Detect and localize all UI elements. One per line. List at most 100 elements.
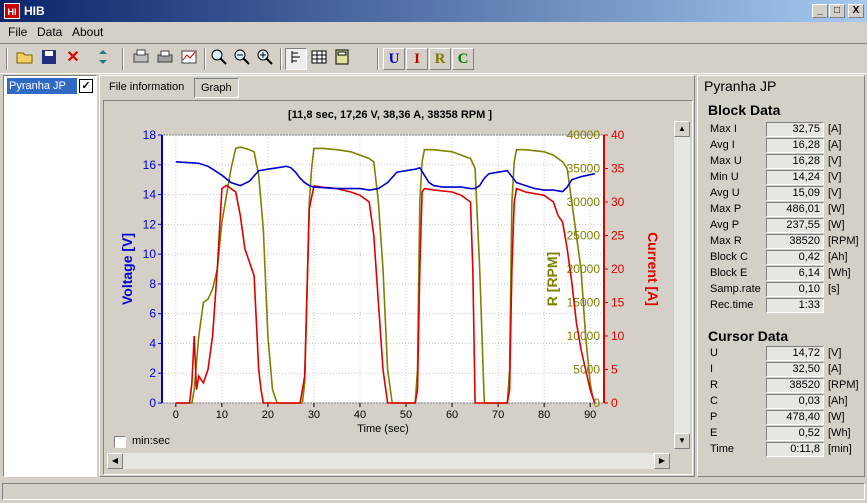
channel-u-button[interactable]: U <box>383 48 405 70</box>
vertical-scrollbar[interactable]: ▲ ▼ <box>674 121 690 449</box>
voltage-tick-label: 8 <box>149 277 156 291</box>
toolbar-separator <box>6 48 8 70</box>
block-data-label: Max I <box>710 123 737 135</box>
x-tick-label: 40 <box>354 409 366 421</box>
menu-data[interactable]: Data <box>37 25 62 39</box>
cursor-data-value: 0,52 <box>766 426 824 441</box>
file-list: Pyranha JP ✓ <box>3 75 97 477</box>
close-button[interactable]: X <box>848 4 864 18</box>
block-data-row: Avg I 16,28 [A] <box>710 138 860 153</box>
scroll-up-icon[interactable]: ▲ <box>674 121 690 137</box>
current-tick-label: 35 <box>611 162 625 176</box>
file-list-item[interactable]: Pyranha JP <box>7 78 77 94</box>
block-data-value: 486,01 <box>766 202 824 217</box>
rpm-tick-label: 10000 <box>567 329 601 343</box>
current-axis-label: Current [A] <box>645 232 661 306</box>
voltage-tick-label: 12 <box>143 217 157 231</box>
file-checkbox[interactable]: ✓ <box>79 79 93 93</box>
block-data-value: 0,42 <box>766 250 824 265</box>
save-disk-icon[interactable] <box>38 48 60 70</box>
block-data-label: Samp.rate <box>710 283 761 295</box>
move-icon[interactable] <box>92 48 114 70</box>
rpm-tick-label: 35000 <box>567 162 601 176</box>
channel-c-button[interactable]: C <box>452 48 474 70</box>
block-data-unit: [A] <box>828 123 842 135</box>
x-tick-label: 10 <box>216 409 228 421</box>
channel-i-button[interactable]: I <box>406 48 428 70</box>
cursor-data-row: I 32,50 [A] <box>710 362 860 377</box>
block-data-unit: [V] <box>828 171 842 183</box>
min-sec-label: min:sec <box>132 435 170 447</box>
maximize-button[interactable]: □ <box>829 4 845 18</box>
voltage-tick-label: 2 <box>149 366 156 380</box>
voltage-tick-label: 10 <box>143 247 157 261</box>
app-icon: HI <box>4 3 20 19</box>
block-data-row: Avg U 15,09 [V] <box>710 186 860 201</box>
voltage-tick-label: 14 <box>143 188 157 202</box>
current-tick-label: 40 <box>611 128 625 142</box>
minimize-button[interactable]: _ <box>812 4 828 18</box>
block-data-unit: [W] <box>828 219 845 231</box>
block-data-value: 237,55 <box>766 218 824 233</box>
toolbar-separator <box>204 48 206 70</box>
current-tick-label: 10 <box>611 329 625 343</box>
chart[interactable]: 0 10 20 30 40 50 60 70 80 90Time (sec)02468101214… <box>104 101 676 451</box>
calc-icon[interactable] <box>331 48 353 70</box>
block-data-unit: [V] <box>828 187 842 199</box>
table-icon[interactable] <box>308 48 330 70</box>
min-sec-checkbox[interactable] <box>114 436 126 448</box>
open-folder-icon[interactable] <box>14 48 36 70</box>
tab-graph[interactable]: Graph <box>194 78 239 98</box>
delete-x-icon[interactable]: ✕ <box>62 48 84 70</box>
rpm-tick-label: 25000 <box>567 229 601 243</box>
zoom-in-icon[interactable] <box>254 48 276 70</box>
zoom-out-icon[interactable] <box>231 48 253 70</box>
export-chart-icon[interactable] <box>178 48 200 70</box>
voltage-tick-label: 16 <box>143 158 157 172</box>
cursor-data-label: R <box>710 379 718 391</box>
horizontal-scrollbar[interactable]: ◀ ▶ <box>107 453 670 469</box>
block-data-label: Avg U <box>710 187 740 199</box>
stats-file-title: Pyranha JP <box>704 78 777 94</box>
current-tick-label: 15 <box>611 296 625 310</box>
scroll-left-icon[interactable]: ◀ <box>107 453 123 469</box>
print-setup-icon[interactable] <box>130 48 152 70</box>
block-data-unit: [V] <box>828 155 842 167</box>
scroll-down-icon[interactable]: ▼ <box>674 433 690 449</box>
status-field <box>2 483 865 500</box>
scroll-right-icon[interactable]: ▶ <box>654 453 670 469</box>
cursor-line-icon[interactable] <box>285 48 307 70</box>
x-axis-label: Time (sec) <box>357 423 409 435</box>
rpm-tick-label: 40000 <box>567 128 601 142</box>
channel-r-label: R <box>434 51 446 67</box>
channel-r-button[interactable]: R <box>429 48 451 70</box>
cursor-data-unit: [RPM] <box>828 379 859 391</box>
block-data-value: 14,24 <box>766 170 824 185</box>
zoom-icon[interactable] <box>208 48 230 70</box>
current-tick-label: 20 <box>611 262 625 276</box>
menu-about[interactable]: About <box>72 25 103 39</box>
toolbar-separator <box>280 48 282 70</box>
window-title: HIB <box>24 4 45 18</box>
block-data-value: 15,09 <box>766 186 824 201</box>
block-data-label: Avg P <box>710 219 740 231</box>
cursor-data-unit: [min] <box>828 443 852 455</box>
cursor-data-heading: Cursor Data <box>708 328 789 344</box>
cursor-data-label: I <box>710 363 714 375</box>
block-data-row: Block C 0,42 [Ah] <box>710 250 860 265</box>
cursor-data-label: Time <box>710 443 735 455</box>
menu-file[interactable]: File <box>8 25 27 39</box>
status-bar <box>0 480 867 503</box>
voltage-tick-label: 18 <box>143 128 157 142</box>
block-data-value: 38520 <box>766 234 824 249</box>
current-tick-label: 30 <box>611 195 625 209</box>
x-tick-label: 20 <box>262 409 274 421</box>
block-data-row: Max P 486,01 [W] <box>710 202 860 217</box>
tab-file-information[interactable]: File information <box>103 78 190 98</box>
x-tick-label: 90 <box>584 409 596 421</box>
block-data-unit: [Ah] <box>828 251 848 263</box>
channel-i-label: I <box>414 51 420 67</box>
graph-area: [11,8 sec, 17,26 V, 38,36 A, 38358 RPM ]… <box>103 100 693 475</box>
print-icon[interactable] <box>154 48 176 70</box>
block-data-label: Min U <box>710 171 739 183</box>
